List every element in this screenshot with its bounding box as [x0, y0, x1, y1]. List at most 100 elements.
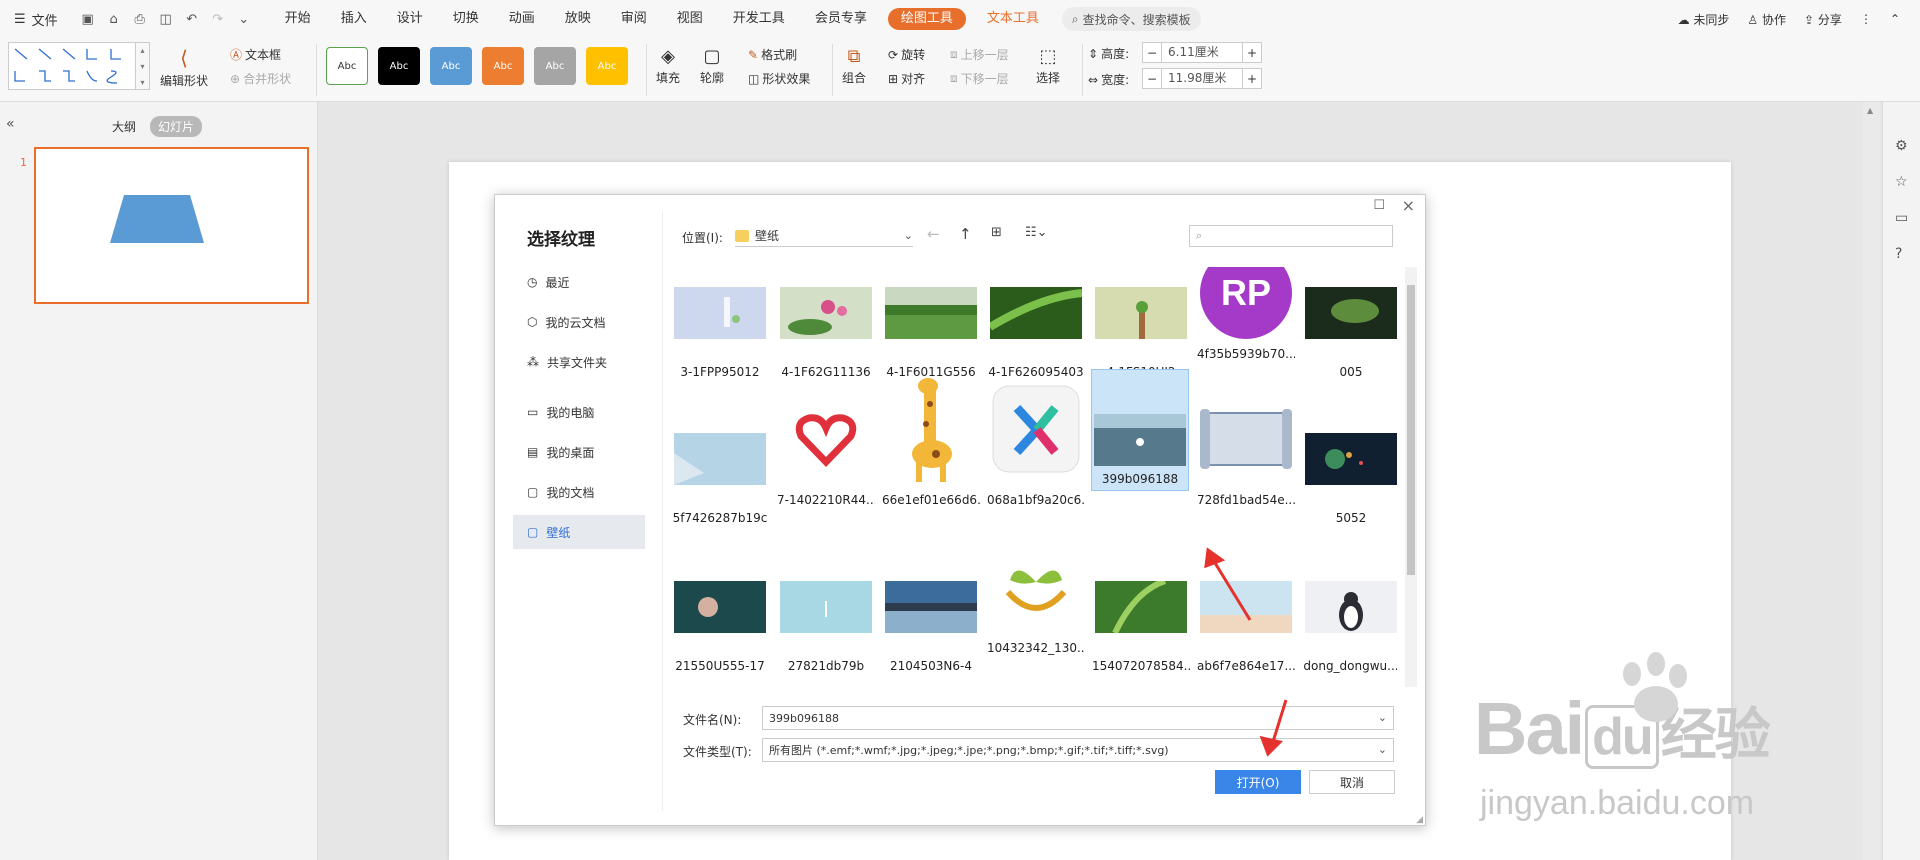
file-item[interactable]: 154072078584... [1092, 561, 1190, 673]
redo-icon[interactable]: ↷ [210, 11, 226, 27]
filetype-select[interactable]: 所有图片 (*.emf;*.wmf;*.jpg;*.jpeg;*.jpe;*.p… [762, 738, 1394, 762]
dialog-search-input[interactable]: ⌕ [1189, 225, 1393, 247]
animation-icon[interactable]: ☆ [1895, 174, 1908, 190]
height-stepper[interactable]: −6.11厘米 + [1142, 42, 1262, 63]
nav-my-computer[interactable]: ▭ 我的电脑 [513, 395, 645, 429]
edit-shape-button[interactable]: ⟨ 编辑形状 [160, 46, 208, 89]
tab-drawing-tools[interactable]: 绘图工具 [887, 8, 966, 30]
tab-design[interactable]: 设计 [382, 0, 438, 38]
cancel-button[interactable]: 取消 [1309, 770, 1395, 794]
nav-cloud-docs[interactable]: ⬡ 我的云文档 [513, 305, 645, 339]
file-item-selected[interactable]: 399b096188 [1091, 369, 1189, 491]
sync-button[interactable]: ☁ 未同步 [1678, 11, 1730, 28]
comment-icon[interactable]: ▭ [1895, 210, 1908, 226]
rotate-button[interactable]: ⟳ 旋转 [888, 46, 925, 63]
tab-view[interactable]: 视图 [662, 0, 718, 38]
share-button[interactable]: ⇪ 分享 [1804, 11, 1842, 28]
file-item[interactable]: 66e1ef01e66d6... [882, 371, 980, 507]
file-item[interactable]: 4-1F62G11136 [777, 267, 875, 379]
outline-button[interactable]: ▢ 轮廓 [700, 46, 724, 86]
textbox-button[interactable]: Ⓐ 文本框 [230, 46, 281, 63]
view-mode-icon[interactable]: ☷⌄ [1025, 225, 1048, 240]
more-options-icon[interactable]: ⋮ [1860, 12, 1872, 26]
width-decrease-icon[interactable]: − [1143, 72, 1161, 86]
file-item[interactable]: 068a1bf9a20c6... [987, 371, 1085, 507]
filename-input[interactable]: 399b096188 ⌄ [762, 706, 1394, 730]
tab-slideshow[interactable]: 放映 [550, 0, 606, 38]
width-increase-icon[interactable]: + [1243, 72, 1261, 86]
gallery-scroll[interactable]: ▴ ▾ ▾ [136, 42, 150, 90]
fill-button[interactable]: ◈ 填充 [656, 46, 680, 86]
more-icon[interactable]: ⌄ [236, 11, 252, 27]
group-button[interactable]: ⧉ 组合 [842, 46, 866, 86]
style-black[interactable]: Abc [378, 47, 420, 85]
file-item[interactable]: dong_dongwu... [1302, 561, 1397, 673]
width-value[interactable]: 11.98厘米 [1161, 69, 1243, 88]
file-item[interactable]: 4-1F6011G556 [882, 267, 980, 379]
style-blue[interactable]: Abc [430, 47, 472, 85]
file-grid-scrollbar[interactable] [1405, 267, 1417, 687]
format-brush-button[interactable]: ✎ 格式刷 [748, 46, 797, 63]
file-menu[interactable]: ☰ 文件 [0, 10, 72, 29]
file-item[interactable]: 21550U555-17 [671, 561, 769, 673]
maximize-icon[interactable]: ☐ [1373, 198, 1385, 213]
style-gold[interactable]: Abc [586, 47, 628, 85]
scroll-up-icon[interactable]: ▲ [1867, 106, 1873, 115]
file-item[interactable]: 7-1402210R44... [777, 391, 875, 507]
style-orange[interactable]: Abc [482, 47, 524, 85]
file-item[interactable]: 10432342_130... [987, 539, 1085, 655]
back-icon[interactable]: ← [927, 225, 940, 243]
print-icon[interactable]: ⎙ [132, 11, 148, 27]
tab-slides[interactable]: 幻灯片 [150, 116, 203, 137]
tab-transition[interactable]: 切换 [438, 0, 494, 38]
nav-my-documents[interactable]: ▢ 我的文档 [513, 475, 645, 509]
close-icon[interactable]: × [1402, 196, 1415, 215]
height-increase-icon[interactable]: + [1243, 46, 1261, 60]
height-value[interactable]: 6.11厘米 [1161, 43, 1243, 62]
height-decrease-icon[interactable]: − [1143, 46, 1161, 60]
resize-grip-icon[interactable]: ◢ [1416, 815, 1423, 825]
properties-icon[interactable]: ⚙ [1895, 138, 1908, 154]
up-icon[interactable]: ↑ [959, 225, 972, 243]
collapse-icon[interactable]: ⌃ [1890, 12, 1900, 26]
nav-recent[interactable]: ◷ 最近 [513, 265, 645, 299]
tab-animation[interactable]: 动画 [494, 0, 550, 38]
file-item[interactable]: 005 [1302, 267, 1397, 379]
tab-text-tools[interactable]: 文本工具 [972, 0, 1054, 38]
new-folder-icon[interactable]: ⊞ [991, 225, 1002, 240]
send-backward-button[interactable]: ⧈ 下移一层 [950, 70, 1009, 87]
nav-shared-folder[interactable]: ⁂ 共享文件夹 [513, 345, 645, 379]
undo-icon[interactable]: ↶ [184, 11, 200, 27]
location-dropdown[interactable]: 壁纸 ⌄ [735, 225, 913, 247]
collab-button[interactable]: ♙ 协作 [1747, 11, 1786, 28]
file-item[interactable]: ab6f7e864e17... [1197, 561, 1295, 673]
format-painter-icon[interactable]: ⌂ [106, 11, 122, 27]
file-item[interactable]: RP 4f35b5939b70... [1197, 267, 1295, 361]
shape-effect-button[interactable]: ◫ 形状效果 [748, 70, 810, 87]
file-item[interactable]: 5f7426287b19c [671, 413, 769, 525]
command-search[interactable]: ⌕ 查找命令、搜索模板 [1061, 7, 1201, 31]
tab-outline[interactable]: 大纲 [112, 118, 136, 135]
tab-insert[interactable]: 插入 [326, 0, 382, 38]
open-button[interactable]: 打开(O) [1215, 770, 1301, 794]
style-white[interactable]: Abc [326, 47, 368, 85]
canvas-scrollbar[interactable]: ▲ [1863, 102, 1880, 860]
file-item[interactable]: 728fd1bad54e... [1197, 391, 1295, 507]
save-icon[interactable]: ▣ [80, 11, 96, 27]
file-item[interactable]: 4-1F626095403 [987, 267, 1085, 379]
tab-member[interactable]: 会员专享 [800, 0, 882, 38]
line-shapes-gallery[interactable] [8, 42, 136, 90]
bring-forward-button[interactable]: ⧈ 上移一层 [950, 46, 1009, 63]
chevron-down-icon[interactable]: ⌄ [1378, 743, 1387, 756]
collapse-panel-icon[interactable]: « [6, 116, 15, 132]
tab-review[interactable]: 审阅 [606, 0, 662, 38]
file-item[interactable]: 2104503N6-4 [882, 561, 980, 673]
width-stepper[interactable]: −11.98厘米 + [1142, 68, 1262, 89]
tab-developer[interactable]: 开发工具 [718, 0, 800, 38]
nav-wallpaper[interactable]: ▢ 壁纸 [513, 515, 645, 549]
slide-thumbnail[interactable] [34, 147, 309, 304]
style-gray[interactable]: Abc [534, 47, 576, 85]
file-item[interactable]: 3-1FPP95012 [671, 267, 769, 379]
align-button[interactable]: ⊞ 对齐 [888, 70, 925, 87]
merge-shape-button[interactable]: ⊕ 合并形状 [230, 70, 291, 87]
